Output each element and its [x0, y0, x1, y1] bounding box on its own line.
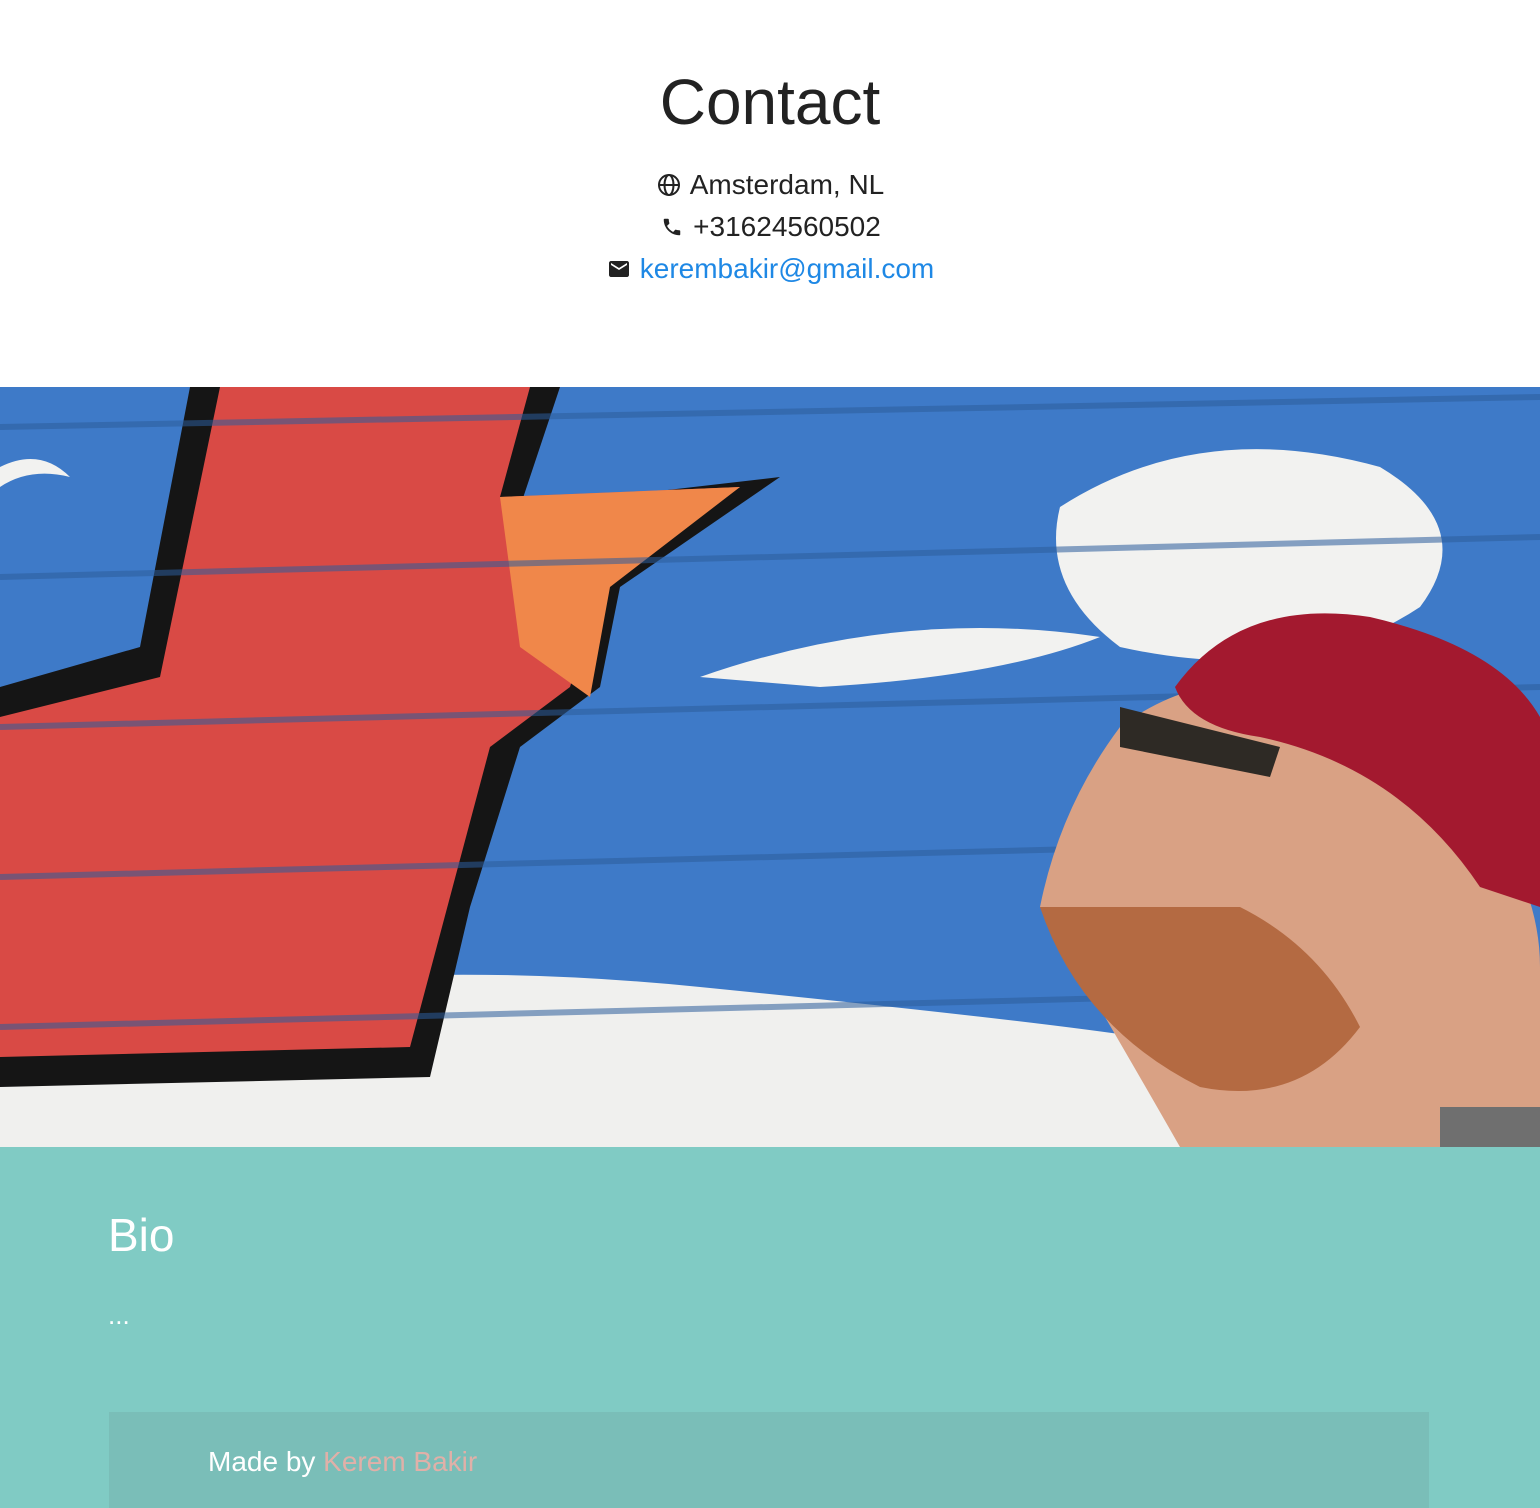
footer-credit: Made by Kerem Bakir [208, 1446, 477, 1478]
phone-icon [659, 214, 685, 240]
bio-title: Bio [108, 1209, 175, 1261]
globe-icon [656, 172, 682, 198]
contact-email-row: kerembakir@gmail.com [0, 248, 1540, 290]
contact-title: Contact [659, 66, 881, 138]
mail-icon [606, 256, 632, 282]
contact-list: Amsterdam, NL +31624560502 kerembakir@gm… [0, 164, 1540, 290]
contact-phone-row: +31624560502 [0, 206, 1540, 248]
footer: Made by Kerem Bakir [109, 1412, 1429, 1508]
contact-location-row: Amsterdam, NL [0, 164, 1540, 206]
contact-section: Contact Amsterdam, NL +31624560502 kerem… [0, 0, 1540, 387]
footer-prefix: Made by [208, 1446, 324, 1477]
hero-banner: ... [0, 387, 1540, 1147]
contact-phone: +31624560502 [693, 211, 881, 242]
bio-text: ... [108, 1300, 130, 1330]
contact-email-link[interactable]: kerembakir@gmail.com [640, 253, 935, 285]
contact-location: Amsterdam, NL [689, 169, 885, 200]
author-link[interactable]: Kerem Bakir [323, 1446, 477, 1477]
hero-image [0, 387, 1540, 1147]
